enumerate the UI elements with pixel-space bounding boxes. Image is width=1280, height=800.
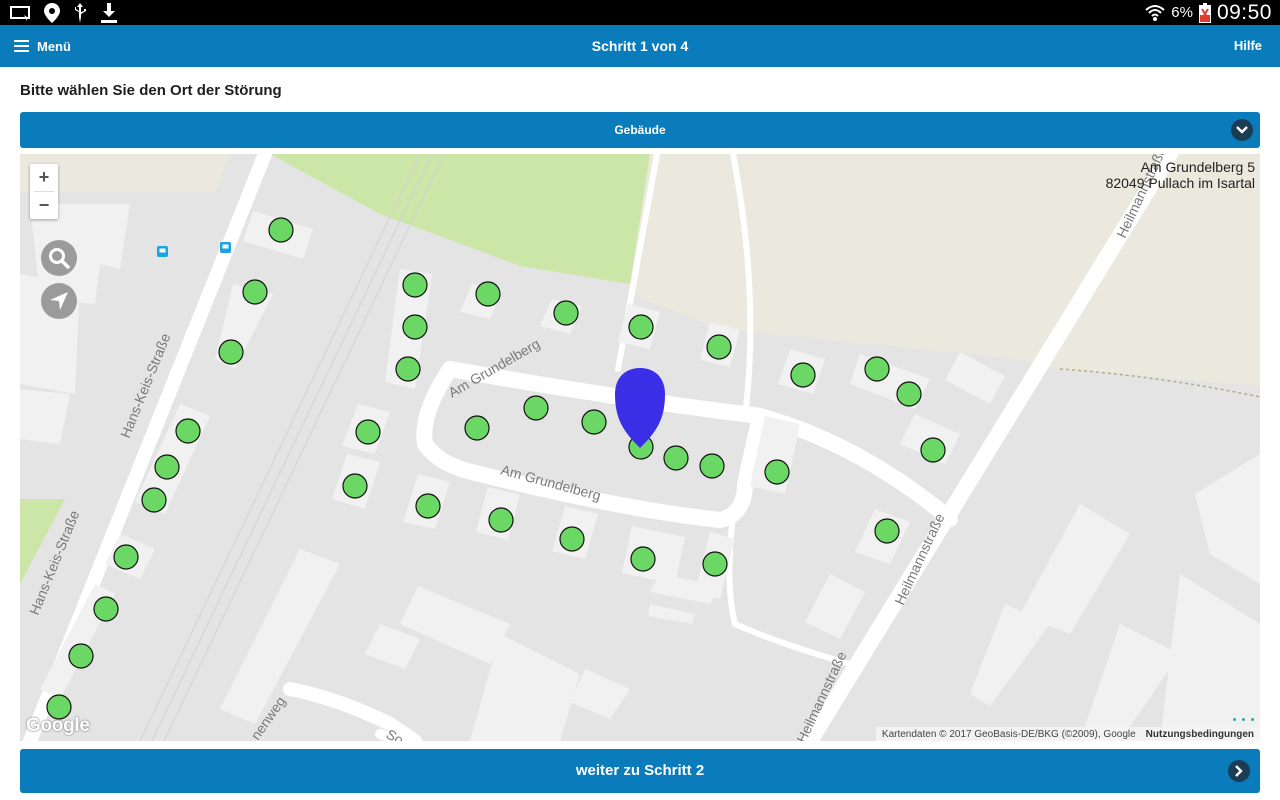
building-marker[interactable] xyxy=(93,596,119,622)
building-marker[interactable] xyxy=(475,281,501,307)
building-marker[interactable] xyxy=(920,437,946,463)
menu-label: Menü xyxy=(37,38,71,54)
zoom-out-button[interactable]: − xyxy=(30,192,58,219)
building-marker[interactable] xyxy=(523,395,549,421)
building-marker[interactable] xyxy=(464,415,490,441)
dot xyxy=(1251,718,1254,721)
chevron-right-icon xyxy=(1228,760,1250,782)
building-marker[interactable] xyxy=(113,544,139,570)
building-marker[interactable] xyxy=(702,551,728,577)
location-type-select[interactable]: Gebäude xyxy=(20,112,1260,148)
chevron-down-icon xyxy=(1231,119,1253,141)
building-marker[interactable] xyxy=(874,518,900,544)
status-clock: 09:50 xyxy=(1216,0,1272,24)
next-step-button[interactable]: weiter zu Schritt 2 xyxy=(20,749,1260,793)
location-type-value: Gebäude xyxy=(614,123,666,137)
building-marker[interactable] xyxy=(864,356,890,382)
building-marker[interactable] xyxy=(242,279,268,305)
building-marker[interactable] xyxy=(402,314,428,340)
wifi-icon xyxy=(1145,4,1165,21)
map-canvas[interactable]: Hans-Keis-Straße Hans-Keis-Straße Am Gru… xyxy=(20,154,1260,741)
building-marker[interactable] xyxy=(355,419,381,445)
zoom-control: + − xyxy=(30,164,58,219)
building-marker[interactable] xyxy=(175,418,201,444)
terms-link[interactable]: Nutzungsbedingungen xyxy=(1146,729,1254,740)
bus-stop-icon[interactable] xyxy=(157,246,168,257)
building-marker[interactable] xyxy=(699,453,725,479)
address-line-1: Am Grundelberg 5 xyxy=(1140,159,1255,175)
zoom-in-button[interactable]: + xyxy=(30,164,58,191)
building-marker[interactable] xyxy=(402,272,428,298)
building-marker[interactable] xyxy=(896,381,922,407)
locate-me-button[interactable] xyxy=(41,283,77,319)
system-status-bar: 6% 09:50 xyxy=(0,0,1280,25)
status-icons-left xyxy=(10,2,118,23)
bus-stop-icon[interactable] xyxy=(220,242,231,253)
google-logo: Google xyxy=(26,715,90,736)
building-marker[interactable] xyxy=(268,217,294,243)
building-marker[interactable] xyxy=(706,334,732,360)
building-marker[interactable] xyxy=(628,314,654,340)
download-icon xyxy=(101,2,117,23)
app-header: Menü Schritt 1 von 4 Hilfe xyxy=(0,25,1280,67)
hamburger-icon xyxy=(14,40,29,52)
status-icons-right: 6% 09:50 xyxy=(1145,0,1272,25)
building-marker[interactable] xyxy=(559,526,585,552)
building-marker[interactable] xyxy=(790,362,816,388)
selected-location-pin[interactable] xyxy=(615,368,665,448)
dot xyxy=(1233,718,1236,721)
building-marker[interactable] xyxy=(553,300,579,326)
building-marker[interactable] xyxy=(68,643,94,669)
attribution-text: Kartendaten © 2017 GeoBasis-DE/BKG (©200… xyxy=(881,728,1136,740)
help-button[interactable]: Hilfe xyxy=(1234,25,1262,67)
address-line-2: 82049 Pullach im Isartal xyxy=(1105,175,1255,191)
search-button[interactable] xyxy=(41,240,77,276)
page-dots xyxy=(1233,718,1254,721)
map-attribution: Kartendaten © 2017 GeoBasis-DE/BKG (©200… xyxy=(875,727,1260,741)
page-prompt: Bitte wählen Sie den Ort der Störung xyxy=(20,82,282,99)
location-pin-icon xyxy=(44,2,60,23)
next-step-label: weiter zu Schritt 2 xyxy=(575,762,705,779)
building-marker[interactable] xyxy=(488,507,514,533)
building-marker[interactable] xyxy=(663,445,689,471)
battery-low-icon xyxy=(1198,2,1211,23)
building-marker[interactable] xyxy=(395,356,421,382)
building-marker[interactable] xyxy=(764,459,790,485)
map-view[interactable]: Hans-Keis-Straße Hans-Keis-Straße Am Gru… xyxy=(20,154,1260,741)
dot xyxy=(1242,718,1245,721)
search-icon xyxy=(49,248,70,269)
map-park xyxy=(270,154,650,284)
usb-icon xyxy=(75,2,86,23)
building-marker[interactable] xyxy=(342,473,368,499)
building-marker[interactable] xyxy=(218,339,244,365)
building-marker[interactable] xyxy=(154,454,180,480)
map-address: Am Grundelberg 5 82049 Pullach im Isarta… xyxy=(1106,159,1255,191)
navigation-arrow-icon xyxy=(50,292,68,310)
cast-icon xyxy=(10,5,30,21)
battery-percent: 6% xyxy=(1171,4,1193,21)
step-title: Schritt 1 von 4 xyxy=(591,38,689,54)
building-marker[interactable] xyxy=(581,409,607,435)
building-marker[interactable] xyxy=(630,546,656,572)
building-marker[interactable] xyxy=(415,493,441,519)
menu-button[interactable]: Menü xyxy=(14,25,71,67)
building-marker[interactable] xyxy=(141,487,167,513)
